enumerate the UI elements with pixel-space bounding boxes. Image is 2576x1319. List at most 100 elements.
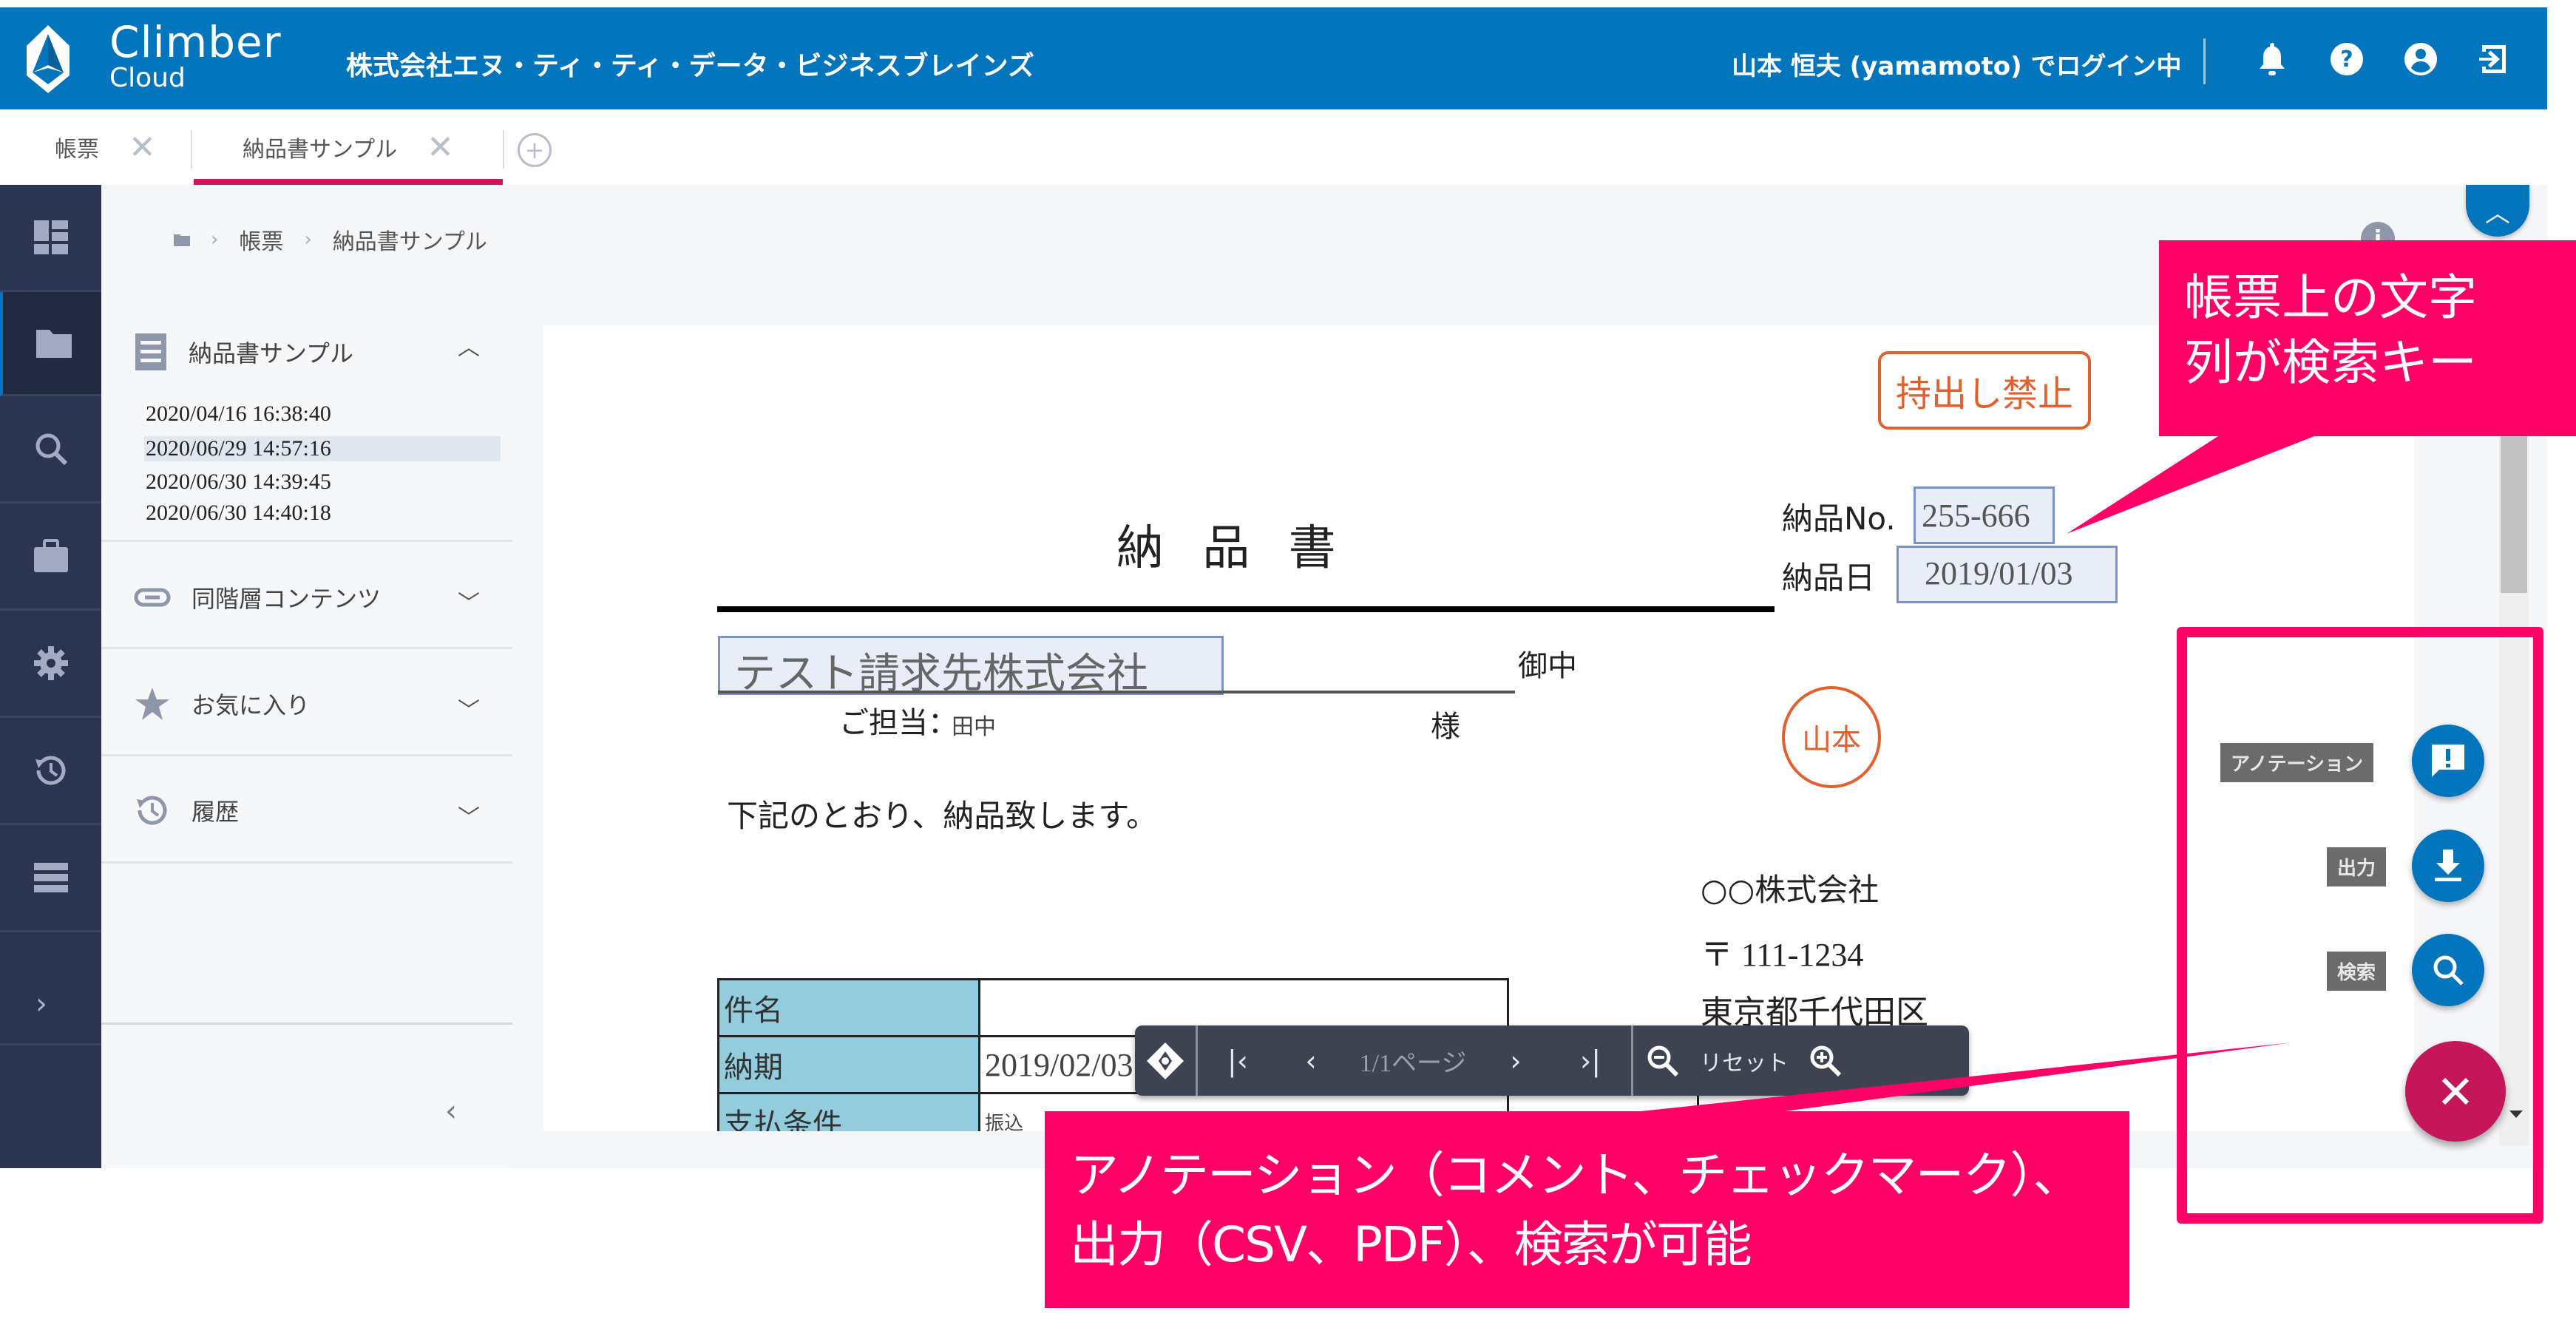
zoom-out-icon[interactable] xyxy=(1633,1025,1692,1096)
personal-seal: 山本 xyxy=(1782,686,1881,788)
callout-line: アノテーション（コメント、チェックマーク）、 xyxy=(1070,1147,2081,1204)
callout-line: 帳票上の文字 xyxy=(2184,269,2477,326)
section-header: お気に入り xyxy=(134,686,310,722)
search-icon xyxy=(35,433,67,466)
logout-icon[interactable] xyxy=(2474,40,2512,78)
document-section: 納品書サンプル ︿ 2020/04/16 16:38:40 2020/06/29… xyxy=(101,292,512,542)
history-icon xyxy=(35,756,65,785)
sidebar-item-list[interactable] xyxy=(0,825,101,932)
version-item-selected[interactable]: 2020/06/29 14:57:16 xyxy=(144,436,501,461)
document-section-header[interactable]: 納品書サンプル xyxy=(134,332,353,372)
svg-text:?: ? xyxy=(2340,47,2353,72)
expand-chevron-icon[interactable]: ﹀ xyxy=(458,799,480,832)
prev-page-icon[interactable]: ‹ xyxy=(1278,1025,1344,1096)
version-item[interactable]: 2020/04/16 16:38:40 xyxy=(144,401,501,427)
add-tab-icon[interactable]: + xyxy=(518,133,552,167)
link-icon xyxy=(134,588,171,607)
section-label: 同階層コンテンツ xyxy=(191,585,382,613)
callout-features: アノテーション（コメント、チェックマーク）、 出力（CSV、PDF）、検索が可能 xyxy=(1045,1111,2129,1308)
first-page-icon[interactable]: |‹ xyxy=(1198,1025,1278,1096)
sidebar: › xyxy=(0,185,104,1168)
table-label: 納期 xyxy=(717,1035,980,1094)
tab-divider xyxy=(191,130,192,169)
recipient-underline xyxy=(718,691,1515,694)
close-tab-icon[interactable]: ✕ xyxy=(427,129,454,166)
close-tab-icon[interactable]: ✕ xyxy=(129,129,156,166)
section-label: お気に入り xyxy=(191,691,311,719)
breadcrumb-separator: › xyxy=(304,228,312,251)
last-page-icon[interactable]: ›| xyxy=(1550,1025,1631,1096)
bell-icon[interactable] xyxy=(2253,40,2291,78)
zoom-reset-button[interactable]: リセット xyxy=(1692,1025,1796,1096)
brand-line1: Climber xyxy=(109,17,282,67)
collapse-panel-icon[interactable]: ‹ xyxy=(445,1094,457,1128)
sidebar-item-folder[interactable] xyxy=(0,292,104,396)
collapse-chevron-icon[interactable]: ︿ xyxy=(458,329,480,362)
breadcrumb-separator: › xyxy=(211,228,219,251)
briefcase-icon xyxy=(33,539,68,572)
panel-spacer xyxy=(101,864,512,1025)
favorites-section[interactable]: お気に入り ﹀ xyxy=(101,649,512,756)
zoom-in-icon[interactable] xyxy=(1796,1025,1855,1096)
callout-line: 列が検索キー xyxy=(2184,334,2477,391)
app-window: Climber Cloud 株式会社エヌ・ティ・ティ・データ・ビジネスブレインズ… xyxy=(0,7,2547,1168)
viewer-toolbar: |‹ ‹ 1/1ページ › ›| リセット xyxy=(1135,1025,1969,1096)
expand-sidebar-icon[interactable]: › xyxy=(35,987,47,1021)
expand-chevron-icon[interactable]: ﹀ xyxy=(458,585,480,617)
contact-label: ご担当： xyxy=(839,706,957,740)
sidebar-item-history[interactable] xyxy=(0,718,101,825)
document-icon xyxy=(135,333,166,370)
document-info-panel: 納品書サンプル ︿ 2020/04/16 16:38:40 2020/06/29… xyxy=(101,292,515,1168)
account-icon[interactable] xyxy=(2402,40,2440,78)
move-icon xyxy=(1147,1042,1184,1079)
table-label: 件名 xyxy=(717,978,980,1037)
header-divider xyxy=(2203,38,2206,84)
delivery-no-value: 255-666 xyxy=(1922,498,2030,534)
climber-logo-icon xyxy=(27,25,70,93)
brand-name[interactable]: Climber Cloud xyxy=(109,21,282,92)
tab-bar: 帳票 ✕ 納品書サンプル ✕ + xyxy=(0,109,2547,185)
title-underline xyxy=(717,606,1775,612)
list-icon xyxy=(33,863,68,892)
dashboard-icon xyxy=(33,220,68,254)
sidebar-item-settings[interactable] xyxy=(0,611,101,718)
document-page: 持出し禁止 納 品 書 納品No. 255-666 納品日 2019/01/03… xyxy=(543,325,2414,1131)
section-label: 履歴 xyxy=(191,798,240,826)
sidebar-item-search[interactable] xyxy=(0,396,101,503)
section-header: 同階層コンテンツ xyxy=(134,580,381,614)
breadcrumb-item-current: 納品書サンプル xyxy=(332,229,487,255)
folder-icon[interactable] xyxy=(174,233,190,246)
app-header: Climber Cloud 株式会社エヌ・ティ・ティ・データ・ビジネスブレインズ… xyxy=(0,7,2547,109)
next-page-icon[interactable]: › xyxy=(1482,1025,1550,1096)
confidential-stamp: 持出し禁止 xyxy=(1878,351,2091,430)
breadcrumb-item-reports[interactable]: 帳票 xyxy=(239,223,283,256)
history-icon xyxy=(137,796,167,825)
delivery-no-label: 納品No. xyxy=(1782,501,1896,537)
sidebar-spacer xyxy=(0,932,101,1045)
version-item[interactable]: 2020/06/30 14:40:18 xyxy=(144,501,501,526)
sender-company: ○○株式会社 xyxy=(1701,872,1880,908)
company-name: 株式会社エヌ・ティ・ティ・データ・ビジネスブレインズ xyxy=(346,51,1034,81)
version-item[interactable]: 2020/06/30 14:39:45 xyxy=(144,469,501,495)
tab-delivery-note-sample[interactable]: 納品書サンプル ✕ xyxy=(194,109,503,185)
fab-highlight-box xyxy=(2177,627,2543,1224)
tab-label: 帳票 xyxy=(55,137,99,163)
section-header: 履歴 xyxy=(134,792,239,829)
delivery-date-label: 納品日 xyxy=(1782,560,1876,596)
help-icon[interactable]: ? xyxy=(2328,40,2366,78)
page-indicator: 1/1ページ xyxy=(1359,1050,1467,1077)
expand-chevron-icon[interactable]: ﹀ xyxy=(458,692,480,725)
sidebar-item-jobs[interactable] xyxy=(0,503,101,611)
move-toolbar-handle[interactable] xyxy=(1135,1025,1196,1096)
sidebar-item-dashboard[interactable] xyxy=(0,185,101,292)
scrollbar-thumb[interactable] xyxy=(2501,421,2527,593)
sender-postal: 〒 111-1234 xyxy=(1701,937,1864,973)
history-section[interactable]: 履歴 ﹀ xyxy=(101,756,512,864)
gear-icon xyxy=(33,646,68,680)
honorific-person: 様 xyxy=(1431,710,1460,744)
sibling-contents-section[interactable]: 同階層コンテンツ ﹀ xyxy=(101,542,512,649)
folder-icon xyxy=(35,330,72,358)
tab-reports[interactable]: 帳票 ✕ xyxy=(55,109,156,185)
table-label: 支払条件 xyxy=(717,1092,980,1131)
document-title: 納品書サンプル xyxy=(189,339,354,367)
